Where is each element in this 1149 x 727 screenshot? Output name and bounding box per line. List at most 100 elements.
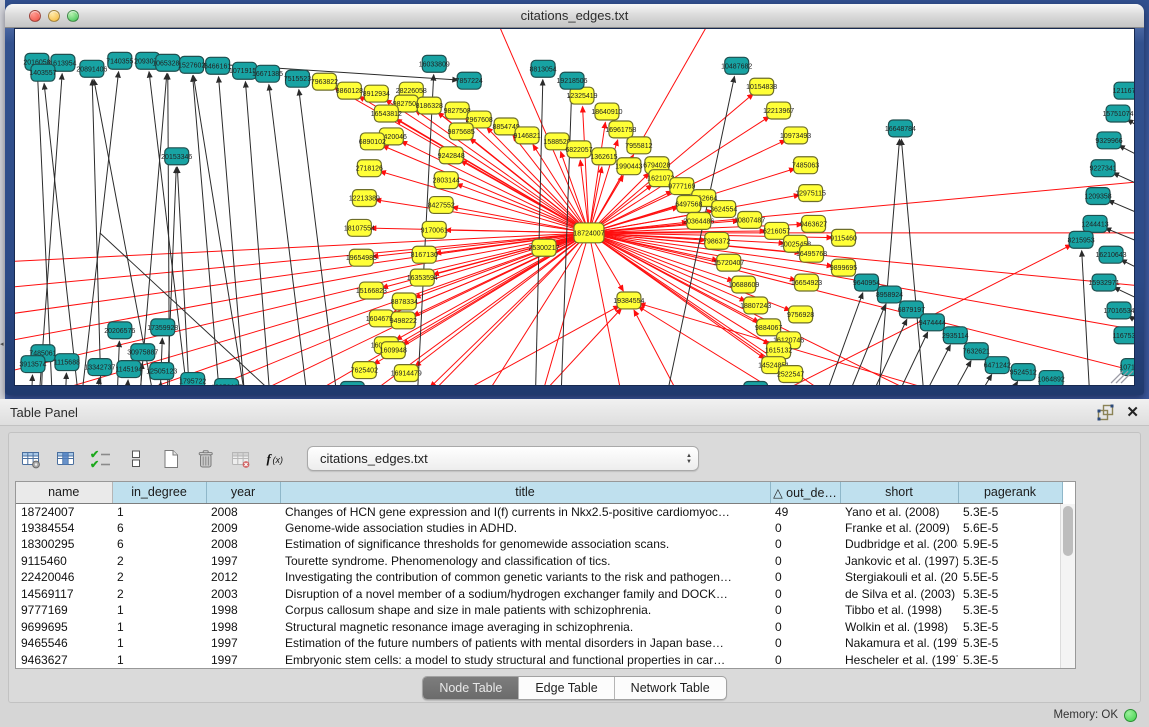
graph-node[interactable]: 18640910 (591, 103, 622, 120)
graph-node[interactable]: 9875685 (448, 123, 475, 140)
graph-node[interactable]: 9524512 (1010, 364, 1037, 381)
minimize-window-button[interactable] (48, 10, 60, 22)
graph-edge[interactable] (15, 233, 589, 318)
table-row[interactable]: 969969511998Structural magnetic resonanc… (16, 619, 1062, 636)
graph-node[interactable]: 15135141 (740, 382, 771, 385)
graph-node[interactable]: 15166823 (356, 282, 387, 299)
graph-edge[interactable] (457, 184, 589, 233)
graph-edge[interactable] (973, 382, 1017, 385)
graph-node[interactable]: 1064892 (1038, 371, 1065, 385)
graph-node[interactable]: 18724007 (573, 223, 604, 243)
column-header-title[interactable]: title (280, 482, 770, 503)
graph-node[interactable]: 6822057 (565, 141, 592, 158)
show-columns-button[interactable] (52, 445, 80, 473)
graph-node[interactable]: 1209358 (1084, 188, 1111, 205)
graph-node[interactable]: 30975887 (127, 344, 158, 361)
close-window-button[interactable] (29, 10, 41, 22)
column-header-name[interactable]: name (16, 482, 112, 503)
graph-edge[interactable] (37, 73, 54, 385)
graph-edge[interactable] (943, 375, 991, 385)
graph-edge[interactable] (149, 72, 195, 385)
graph-node[interactable]: 7485063 (792, 157, 819, 174)
graph-node[interactable]: 16353594 (407, 269, 438, 286)
graph-node[interactable]: 6471242 (984, 357, 1011, 374)
graph-node[interactable]: 7955812 (625, 137, 652, 154)
graph-edge[interactable] (193, 76, 254, 385)
graph-node[interactable]: 9170061 (421, 221, 448, 238)
graph-node[interactable]: 6466161 (204, 57, 231, 74)
graph-edge[interactable] (165, 167, 177, 385)
graph-node[interactable]: 16495768 (796, 245, 827, 262)
graph-edge[interactable] (1121, 260, 1134, 286)
graph-node[interactable]: 7857224 (456, 72, 483, 89)
graph-node[interactable]: 1609948 (380, 342, 407, 359)
graph-node[interactable]: 9329966 (1095, 132, 1122, 149)
graph-node[interactable]: 9498222 (390, 312, 417, 329)
table-row[interactable]: 911546021997Tourette syndrome. Phenomeno… (16, 553, 1062, 570)
graph-edge[interactable] (484, 309, 621, 385)
graph-node[interactable]: 15932971 (1089, 274, 1120, 291)
graph-edge[interactable] (219, 77, 250, 385)
graph-node[interactable]: 16033809 (419, 55, 450, 72)
graph-node[interactable]: 9756928 (787, 306, 814, 323)
graph-node[interactable]: 12213389 (349, 190, 380, 207)
graph-edge[interactable] (445, 230, 589, 233)
graph-node[interactable]: 8860128 (336, 82, 363, 99)
graph-node[interactable]: 18807243 (740, 297, 771, 314)
create-table-button[interactable] (157, 445, 185, 473)
column-header-pagerank[interactable]: pagerank (958, 482, 1062, 503)
graph-node[interactable]: 9227341 (1089, 160, 1116, 177)
graph-node[interactable]: 9115460 (830, 229, 857, 246)
table-row[interactable]: 977716911998Corpus callosum shape and si… (16, 602, 1062, 619)
graph-node[interactable]: 1403557 (29, 64, 56, 81)
graph-node[interactable]: 9474444 (919, 314, 946, 331)
graph-node[interactable]: 20206576 (104, 322, 135, 339)
graph-node[interactable]: 15720407 (713, 254, 744, 271)
table-selector-dropdown[interactable]: citations_edges.txt ▲▼ (307, 446, 699, 471)
graph-node[interactable]: 2522547 (777, 366, 804, 383)
graph-node[interactable]: 8813054 (529, 60, 556, 77)
graph-node[interactable]: 10973493 (780, 127, 811, 144)
table-scrollbar-thumb[interactable] (1063, 506, 1073, 556)
graph-node[interactable]: 8878334 (391, 293, 418, 310)
column-header-short[interactable]: short (840, 482, 958, 503)
graph-node[interactable]: 16914479 (391, 365, 422, 382)
graph-node[interactable]: 17016534 (1103, 302, 1134, 319)
graph-node[interactable]: 9146821 (513, 127, 540, 144)
graph-node[interactable]: 7986372 (703, 232, 730, 249)
graph-edge[interactable] (92, 80, 103, 385)
graph-edge[interactable] (1127, 119, 1134, 148)
graph-edge[interactable] (654, 76, 735, 385)
graph-node[interactable]: 9463627 (800, 215, 827, 232)
destroy-table-button[interactable] (227, 445, 255, 473)
tab-edge-table[interactable]: Edge Table (519, 677, 614, 699)
graph-node[interactable]: 2935114 (942, 327, 969, 344)
graph-node[interactable]: 7140355 (106, 52, 133, 69)
graph-node[interactable]: 1167531 (1113, 327, 1134, 344)
table-row[interactable]: 946554611997Estimation of the future num… (16, 635, 1062, 652)
graph-node[interactable]: 8186328 (416, 97, 443, 114)
table-row[interactable]: 1938455462009Genome-wide association stu… (16, 520, 1062, 537)
graph-edge[interactable] (193, 76, 225, 385)
graph-node[interactable]: 8427552 (428, 197, 455, 214)
graph-node[interactable]: 7632621 (963, 343, 990, 360)
graph-edge[interactable] (375, 200, 589, 233)
graph-node[interactable]: 1795722 (179, 373, 206, 385)
graph-edge[interactable] (382, 146, 589, 233)
graph-node[interactable]: 12975115 (795, 185, 826, 202)
graph-edge[interactable] (245, 82, 274, 385)
graph-edge[interactable] (1108, 200, 1134, 228)
graph-node[interactable]: 16210643 (1096, 246, 1127, 263)
tab-network-table[interactable]: Network Table (615, 677, 726, 699)
graph-node[interactable]: 1990443 (615, 158, 642, 175)
column-header-in_degree[interactable]: in_degree (112, 482, 206, 503)
graph-edge[interactable] (583, 107, 589, 233)
zoom-window-button[interactable] (67, 10, 79, 22)
table-row[interactable]: 2242004622012Investigating the contribut… (16, 569, 1062, 586)
graph-node[interactable]: 8167130 (411, 246, 438, 263)
graph-node[interactable]: 8958924 (876, 286, 903, 303)
graph-node[interactable]: 9777169 (668, 178, 695, 195)
table-row[interactable]: 1830029562008Estimation of significance … (16, 536, 1062, 553)
memory-status-indicator[interactable] (1124, 709, 1137, 722)
graph-node[interactable]: 19654985 (346, 249, 377, 266)
